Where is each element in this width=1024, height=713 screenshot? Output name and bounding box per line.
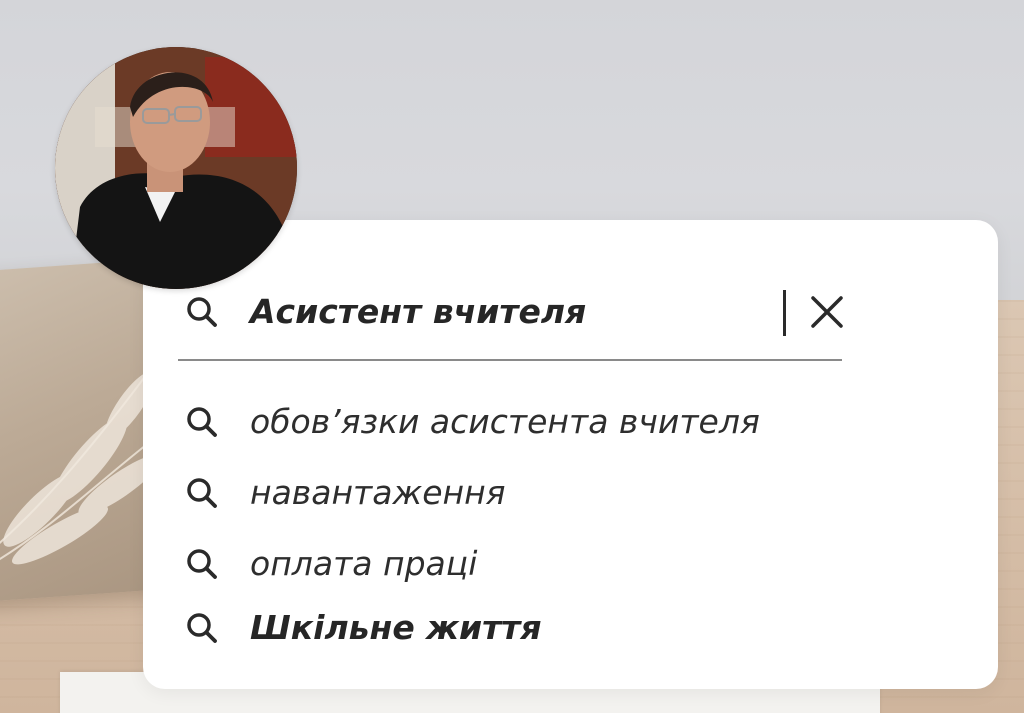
- search-icon: [187, 478, 217, 508]
- suggestion-item[interactable]: обов’язки асистента вчителя: [178, 398, 842, 446]
- text-cursor: [783, 290, 786, 336]
- suggestion-item[interactable]: оплата праці: [178, 540, 842, 588]
- search-query-text: Асистент вчителя: [250, 292, 587, 331]
- suggestion-label: обов’язки асистента вчителя: [250, 402, 760, 441]
- suggestion-label: навантаження: [250, 473, 506, 512]
- suggestion-item[interactable]: навантаження: [178, 469, 842, 517]
- suggestion-label: Шкільне життя: [250, 608, 542, 647]
- suggestion-label: оплата праці: [250, 544, 478, 583]
- close-icon[interactable]: [805, 290, 849, 334]
- search-underline: [178, 359, 842, 361]
- avatar-photo: [55, 47, 297, 289]
- search-icon: [187, 407, 217, 437]
- search-card: Асистент вчителя обов’язки асистента вчи…: [143, 220, 998, 689]
- search-input[interactable]: Асистент вчителя: [178, 288, 843, 336]
- avatar: [55, 47, 297, 289]
- search-icon: [187, 613, 217, 643]
- search-icon: [187, 549, 217, 579]
- suggestion-item[interactable]: Шкільне життя: [178, 604, 842, 652]
- search-icon: [187, 297, 217, 327]
